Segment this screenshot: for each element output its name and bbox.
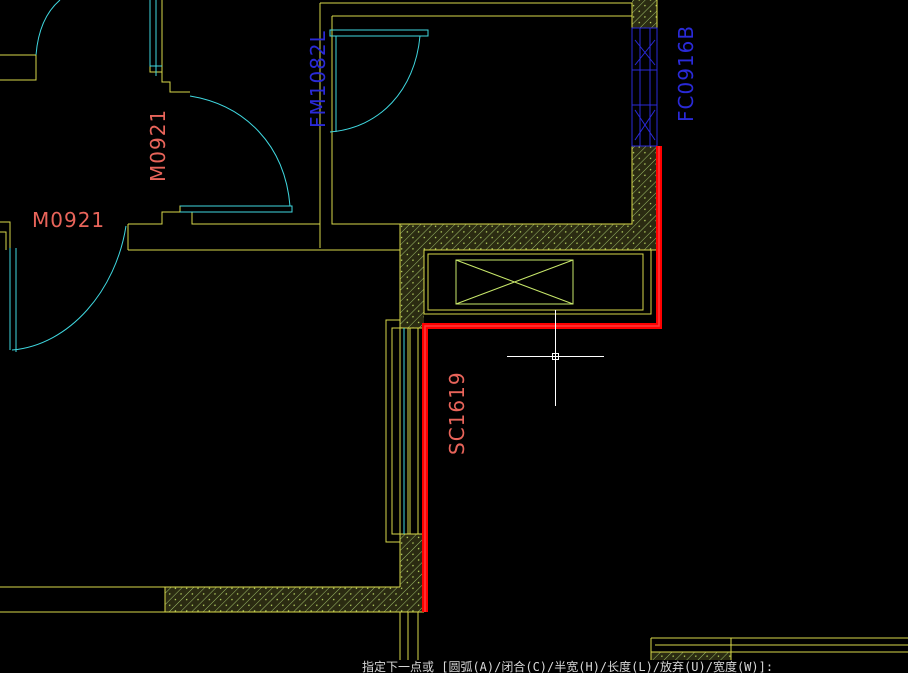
wall-hatch-bottom: [165, 587, 424, 612]
hatched-walls: [165, 0, 731, 673]
fire-window: [631, 27, 658, 147]
wall-hatch-horizontal: [400, 224, 657, 250]
wall-hatch-left-upper: [400, 224, 424, 328]
door-swings: [9, 0, 429, 534]
command-line-prompt[interactable]: 指定下一点或 [圆弧(A)/闭合(C)/半宽(H)/长度(L)/放弃(U)/宽度…: [362, 660, 908, 673]
window-label: SC1619: [445, 371, 469, 455]
fire-door-label: FM1082L: [306, 30, 330, 128]
wall-lines: [0, 0, 908, 673]
x-box-equipment-icon: [455, 259, 574, 305]
door-label-b: M0921: [146, 109, 170, 182]
fire-window-label: FC0916B: [674, 25, 698, 122]
door-label-a: M0921: [32, 208, 105, 232]
wall-hatch-top-right: [632, 0, 657, 28]
drawing-canvas[interactable]: M0921 M0921 FM1082L FC0916B SC1619: [0, 0, 908, 673]
floor-plan: M0921 M0921 FM1082L FC0916B SC1619: [0, 0, 908, 673]
